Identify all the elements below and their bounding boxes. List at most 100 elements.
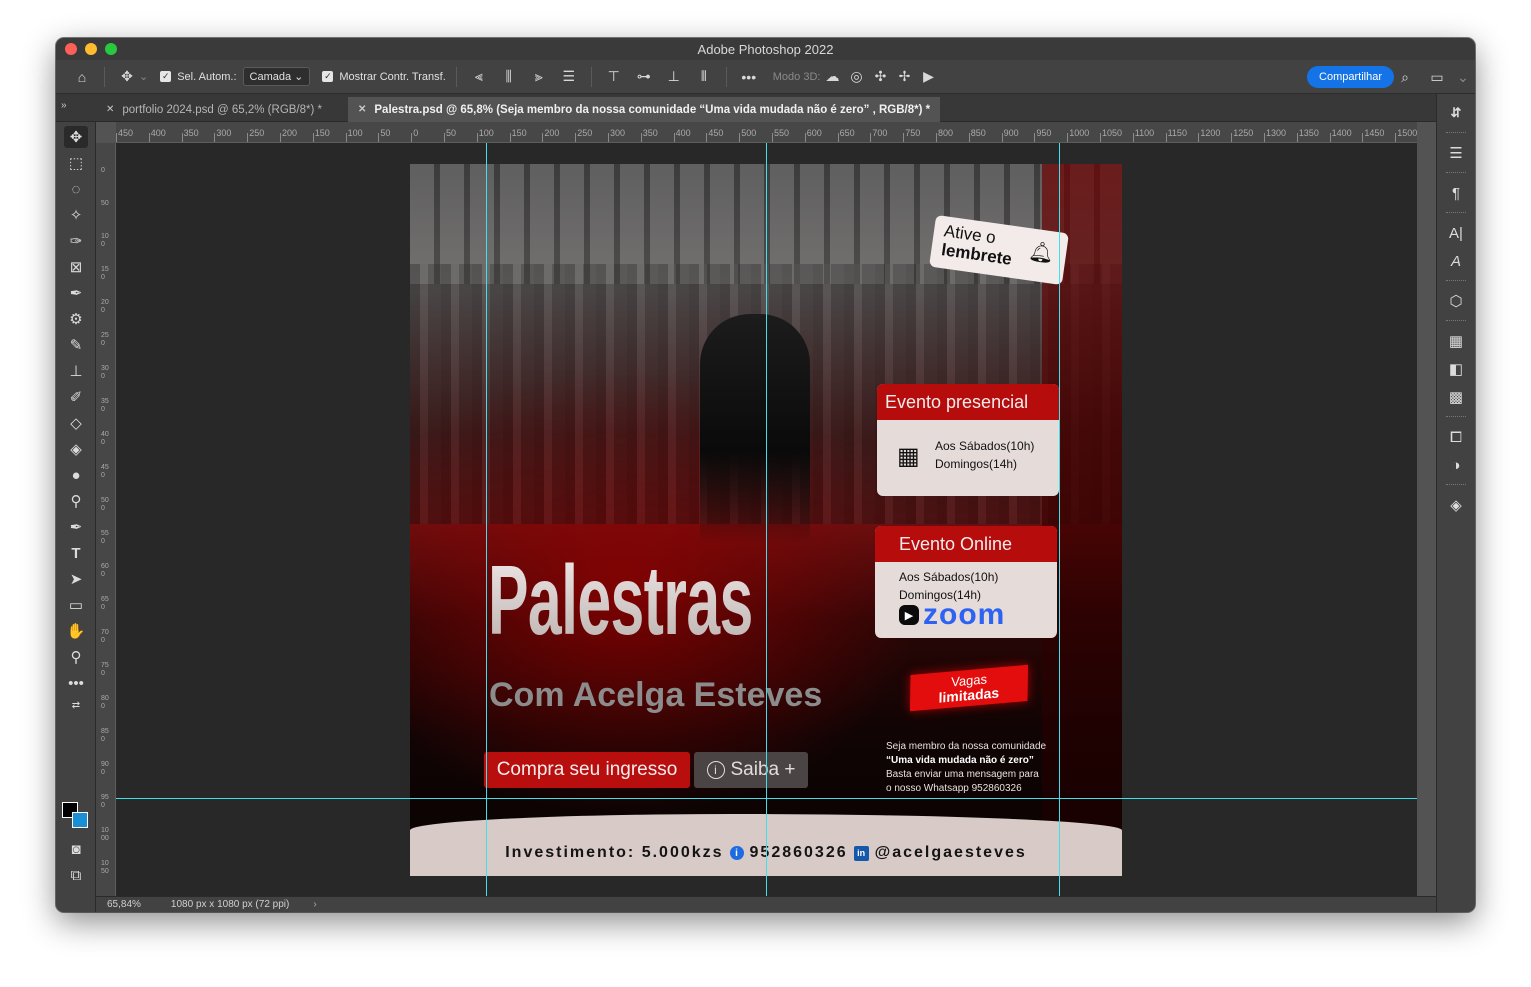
path-selection-tool-icon[interactable]: ➤ xyxy=(64,568,88,590)
zoom-tool-icon[interactable]: ⚲ xyxy=(64,646,88,668)
home-icon[interactable]: ⌂ xyxy=(70,65,94,89)
eraser-tool-icon[interactable]: ◇ xyxy=(64,412,88,434)
share-button[interactable]: Compartilhar xyxy=(1307,66,1394,88)
magic-wand-tool-icon[interactable]: ✧ xyxy=(64,204,88,226)
auto-select-dropdown[interactable]: Camada ⌄ xyxy=(242,67,311,86)
glyphs-panel-icon[interactable]: A xyxy=(1445,250,1467,272)
options-bar: ⌂ ✥ ⌄ ✓ Sel. Autom.: Camada ⌄ ✓ Mostrar C… xyxy=(56,60,1475,94)
slide-3d-icon[interactable]: ✢ xyxy=(892,65,916,89)
quick-mask-icon[interactable]: ◙ xyxy=(64,838,88,860)
horizontal-ruler[interactable]: 450 400 350 300 250 200 150 100 50 0 50 100 150 200 25… xyxy=(116,122,1417,143)
chevron-right-icon[interactable]: › xyxy=(313,899,316,910)
canvas-area[interactable]: Ative o lembrete 🔔︎ Evento presencial ▦ … xyxy=(116,143,1417,896)
marquee-tool-icon[interactable]: ⬚ xyxy=(64,152,88,174)
healing-tool-icon[interactable]: ⚙ xyxy=(64,308,88,330)
divider xyxy=(590,66,592,87)
brush-tool-icon[interactable]: ✎ xyxy=(64,334,88,356)
align-top-icon[interactable]: ⊤ xyxy=(602,65,626,89)
panel-grip[interactable] xyxy=(1446,320,1466,322)
guide-vertical[interactable] xyxy=(1059,143,1060,896)
align-right-icon[interactable]: ⫸ xyxy=(527,65,551,89)
frame-tool-icon[interactable]: ⊠ xyxy=(64,256,88,278)
footer-phone: 952860326 xyxy=(749,844,848,861)
stamp-tool-icon[interactable]: ⊥ xyxy=(64,360,88,382)
chevron-down-icon[interactable]: ⌄ xyxy=(1457,65,1469,89)
libraries-panel-icon[interactable]: ⧠ xyxy=(1445,426,1467,448)
close-tab-icon[interactable]: ✕ xyxy=(106,104,114,115)
align-left-icon[interactable]: ⫷ xyxy=(467,65,491,89)
tab-portfolio[interactable]: ✕ portfolio 2024.psd @ 65,2% (RGB/8*) * xyxy=(96,97,332,122)
more-options-icon[interactable]: ••• xyxy=(737,65,761,89)
panel-grip[interactable] xyxy=(1446,172,1466,174)
orbit-3d-icon[interactable]: ☁ xyxy=(820,65,844,89)
panel-grip[interactable] xyxy=(1446,212,1466,214)
vertical-ruler[interactable]: 0 50 100 150 200 250 300 350 400 450 500 550 600 650 7… xyxy=(96,143,116,896)
swatches-panel-icon[interactable]: ▦ xyxy=(1445,330,1467,352)
align-bottom-icon[interactable]: ⊥ xyxy=(662,65,686,89)
distribute-vertical-icon[interactable]: ⫴ xyxy=(692,65,716,89)
paragraph-panel-icon[interactable]: ¶ xyxy=(1445,182,1467,204)
guide-vertical[interactable] xyxy=(486,143,487,896)
panel-grip[interactable] xyxy=(1446,280,1466,282)
rectangle-tool-icon[interactable]: ▭ xyxy=(64,594,88,616)
gradients-panel-icon[interactable]: ◧ xyxy=(1445,358,1467,380)
search-icon[interactable]: ⌕ xyxy=(1393,65,1417,89)
learn-more-button[interactable]: i Saiba + xyxy=(694,752,808,788)
buy-ticket-label: Compra seu ingresso xyxy=(496,759,678,780)
crop-tool-icon[interactable]: ✑ xyxy=(64,230,88,252)
history-brush-tool-icon[interactable]: ✐ xyxy=(64,386,88,408)
type-tool-icon[interactable]: T xyxy=(64,542,88,564)
ruler-tick-label: 1200 xyxy=(1200,128,1221,138)
patterns-panel-icon[interactable]: ▩ xyxy=(1445,386,1467,408)
ruler-tick-mark xyxy=(739,133,741,142)
minimize-window-button[interactable] xyxy=(85,43,97,55)
pan-3d-icon[interactable]: ✣ xyxy=(868,65,892,89)
eyedropper-tool-icon[interactable]: ✒ xyxy=(64,282,88,304)
move-tool-icon[interactable]: ✥ xyxy=(115,65,139,89)
document-info: 1080 px x 1080 px (72 ppi) xyxy=(170,899,290,910)
screen-mode-icon[interactable]: ⧉ xyxy=(64,864,88,886)
close-window-button[interactable] xyxy=(65,43,77,55)
guide-horizontal[interactable] xyxy=(116,798,1417,799)
ruler-tick-mark xyxy=(1362,133,1364,142)
adjustments-panel-icon[interactable]: ☰ xyxy=(1445,142,1467,164)
properties-panel-icon[interactable]: ◑ xyxy=(1445,454,1467,476)
ruler-tick-label: 1050 xyxy=(1102,128,1123,138)
panel-grip[interactable] xyxy=(1446,484,1466,486)
align-middle-icon[interactable]: ⊶ xyxy=(632,65,656,89)
workspace-icon[interactable]: ▭ xyxy=(1425,65,1449,89)
auto-select-checkbox[interactable]: ✓ xyxy=(160,71,172,82)
history-panel-icon[interactable]: ⇵ xyxy=(1445,102,1467,124)
presencial-card[interactable]: Evento presencial ▦ Aos Sábados(10h) Dom… xyxy=(877,384,1059,496)
paint-bucket-tool-icon[interactable]: ◈ xyxy=(64,438,88,460)
collapse-panels-icon[interactable]: » xyxy=(61,100,67,111)
online-card[interactable]: Evento Online Aos Sábados(10h) Domingos(… xyxy=(875,526,1057,638)
blur-tool-icon[interactable]: ● xyxy=(64,464,88,486)
background-color-swatch[interactable] xyxy=(72,812,88,828)
camera-3d-icon[interactable]: ▶ xyxy=(916,65,940,89)
lasso-tool-icon[interactable]: ◌ xyxy=(64,178,88,200)
tab-palestra[interactable]: ✕ Palestra.psd @ 65,8% (Seja membro da n… xyxy=(348,97,941,122)
swap-colors-icon[interactable]: ⇄ xyxy=(64,694,88,716)
hand-tool-icon[interactable]: ✋ xyxy=(64,620,88,642)
edit-toolbar-icon[interactable]: ••• xyxy=(64,672,88,694)
roll-3d-icon[interactable]: ◎ xyxy=(844,65,868,89)
pen-tool-icon[interactable]: ✒ xyxy=(64,516,88,538)
3d-panel-icon[interactable]: ⬡ xyxy=(1445,290,1467,312)
show-transform-checkbox[interactable]: ✓ xyxy=(322,71,334,82)
zoom-level[interactable]: 65,84% xyxy=(107,899,141,910)
buy-ticket-button[interactable]: Compra seu ingresso xyxy=(484,752,690,788)
distribute-icon[interactable]: ☰ xyxy=(557,65,581,89)
panel-grip[interactable] xyxy=(1446,416,1466,418)
panel-grip[interactable] xyxy=(1446,132,1466,134)
ruler-tick-label: 450 xyxy=(708,128,724,138)
dodge-tool-icon[interactable]: ⚲ xyxy=(64,490,88,512)
layers-panel-icon[interactable]: ◈ xyxy=(1445,494,1467,516)
maximize-window-button[interactable] xyxy=(105,43,117,55)
chevron-down-icon[interactable]: ⌄ xyxy=(139,70,148,83)
close-tab-icon[interactable]: ✕ xyxy=(358,104,366,115)
guide-vertical[interactable] xyxy=(766,143,767,896)
move-tool-icon[interactable]: ✥ xyxy=(64,126,88,148)
align-center-icon[interactable]: ⫼ xyxy=(497,65,521,89)
character-panel-icon[interactable]: A| xyxy=(1445,222,1467,244)
